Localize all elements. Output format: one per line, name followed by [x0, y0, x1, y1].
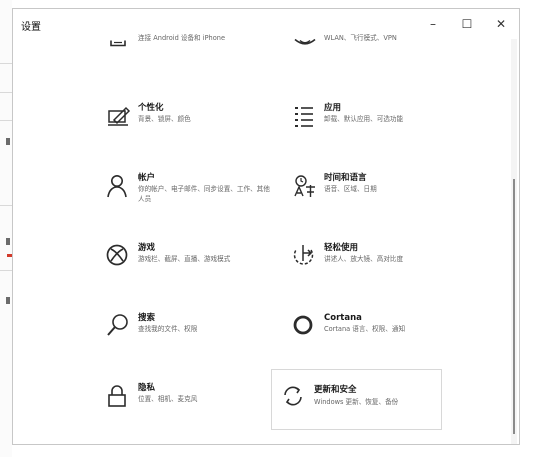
settings-item-privacy[interactable]: 隐私 位置、相机、麦克风	[93, 375, 283, 435]
settings-item-time-language[interactable]: 时间和语言 语音、区域、日期	[279, 165, 469, 225]
settings-item-desc: 语音、区域、日期	[324, 185, 377, 193]
settings-item-personalization[interactable]: 个性化 背景、锁屏、颜色	[93, 95, 283, 155]
background-line	[0, 205, 12, 206]
search-icon	[105, 313, 133, 341]
settings-item-title: Cortana	[324, 313, 362, 323]
close-button[interactable]: ✕	[487, 11, 515, 37]
sync-icon	[280, 384, 308, 412]
settings-item-apps[interactable]: 应用 卸载、默认应用、可选功能	[279, 95, 469, 155]
settings-item-desc: Windows 更新、恢复、备份	[314, 398, 399, 406]
settings-item-desc: Cortana 语言、权限、通知	[324, 325, 406, 333]
settings-item-title: 隐私	[138, 383, 156, 393]
background-mark	[6, 138, 10, 145]
settings-item-title: 应用	[324, 103, 342, 113]
background-mark	[6, 238, 10, 245]
settings-item-desc: 查找我的文件、权限	[138, 325, 198, 333]
scrollbar-thumb[interactable]	[513, 179, 515, 434]
background-mark	[6, 297, 10, 304]
settings-item-gaming[interactable]: 游戏 游戏栏、截屏、直播、游戏模式	[93, 235, 283, 295]
background-line	[0, 92, 12, 93]
settings-item-desc: 连接 Android 设备和 iPhone	[138, 34, 226, 42]
settings-item-desc: WLAN、飞行模式、VPN	[324, 34, 397, 42]
background-line	[0, 63, 12, 64]
settings-item-desc: 你的帐户、电子邮件、同步设置、工作、其他人员	[138, 185, 270, 203]
lock-icon	[105, 383, 133, 411]
xbox-icon	[105, 243, 133, 271]
desktop: 设置 – ☐ ✕ 连接 Android 设备和 iPhone WLAN、飞行模式	[0, 0, 535, 457]
account-icon	[105, 173, 133, 201]
settings-item-title: 个性化	[138, 103, 164, 113]
apps-list-icon	[291, 103, 319, 131]
settings-item-phone[interactable]: 连接 Android 设备和 iPhone	[93, 31, 283, 91]
settings-item-title: 轻松使用	[324, 243, 359, 253]
settings-item-desc: 位置、相机、麦克风	[138, 395, 198, 403]
settings-item-title: 时间和语言	[324, 173, 367, 183]
settings-item-search[interactable]: 搜索 查找我的文件、权限	[93, 305, 283, 365]
settings-item-desc: 卸载、默认应用、可选功能	[324, 115, 404, 123]
settings-item-desc: 讲述人、放大镜、高对比度	[324, 255, 404, 263]
background-line	[0, 120, 12, 121]
background-app-strip	[0, 0, 12, 457]
background-line	[0, 270, 12, 271]
phone-link-icon	[105, 39, 133, 67]
window-title: 设置	[21, 22, 41, 33]
time-language-icon	[291, 173, 319, 201]
settings-item-title: 帐户	[138, 173, 156, 183]
settings-item-desc: 背景、锁屏、颜色	[138, 115, 191, 123]
wifi-icon	[291, 38, 319, 67]
settings-window: 设置 – ☐ ✕ 连接 Android 设备和 iPhone WLAN、飞行模式	[12, 8, 520, 445]
settings-item-accounts[interactable]: 帐户 你的帐户、电子邮件、同步设置、工作、其他人员	[93, 165, 283, 225]
settings-item-cortana[interactable]: Cortana Cortana 语言、权限、通知	[279, 305, 469, 365]
cortana-ring-icon	[291, 313, 319, 341]
settings-item-title: 游戏	[138, 243, 156, 253]
settings-item-title: 搜索	[138, 313, 156, 323]
settings-item-title: 更新和安全	[314, 385, 357, 395]
settings-item-update-security[interactable]: 更新和安全 Windows 更新、恢复、备份	[271, 369, 442, 430]
ease-of-access-icon	[291, 243, 319, 271]
settings-item-ease-of-access[interactable]: 轻松使用 讲述人、放大镜、高对比度	[279, 235, 469, 295]
personalization-icon	[105, 103, 133, 131]
settings-item-desc: 游戏栏、截屏、直播、游戏模式	[138, 255, 231, 263]
settings-item-network[interactable]: WLAN、飞行模式、VPN	[279, 31, 469, 91]
